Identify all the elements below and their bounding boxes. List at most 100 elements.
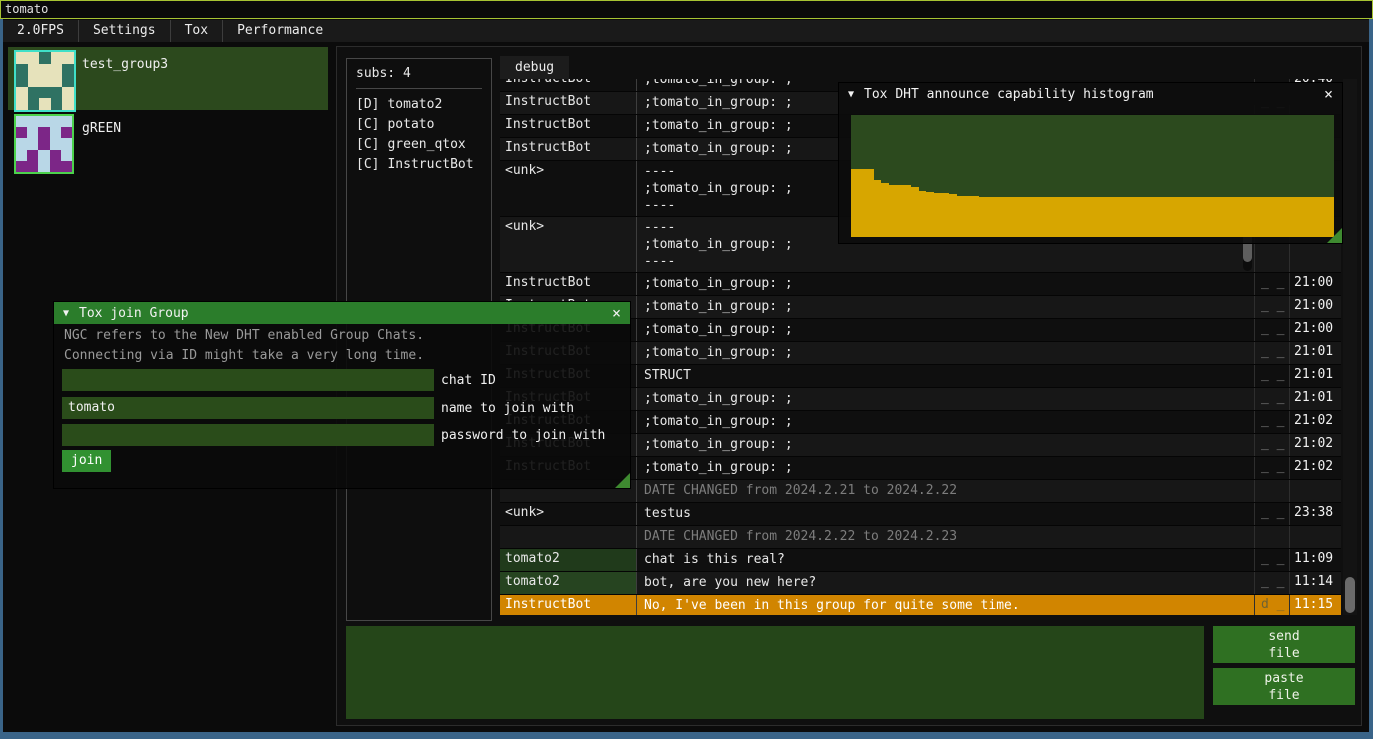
timestamp: [1290, 480, 1339, 502]
histogram-bar: [987, 197, 995, 237]
histogram-bar: [1145, 197, 1153, 237]
app-window: 2.0FPS Settings Tox Performance test_gro…: [0, 19, 1373, 739]
message-text: ;tomato_in_group: ;: [637, 273, 1255, 295]
paste-file-button[interactable]: paste file: [1213, 668, 1355, 705]
histogram-bar: [957, 196, 965, 237]
message-text: ;tomato_in_group: ;: [637, 434, 1255, 456]
histogram-bar: [1032, 197, 1040, 237]
delivery-flags: _ _: [1255, 342, 1290, 364]
collapse-arrow-icon[interactable]: ▼: [63, 308, 69, 319]
histogram-bar: [1153, 197, 1161, 237]
histogram-bar: [1274, 197, 1282, 237]
histogram-bar: [1198, 197, 1206, 237]
join-button[interactable]: join: [62, 450, 111, 472]
histogram-bar: [866, 169, 874, 237]
delivery-flags: _ _: [1255, 296, 1290, 318]
join-group-titlebar[interactable]: ▼ Tox join Group ×: [54, 302, 630, 324]
peer-item[interactable]: [C]InstructBot: [356, 155, 482, 175]
delivery-flags: _ _: [1255, 319, 1290, 341]
histogram-bar: [1319, 197, 1327, 237]
resize-grip[interactable]: [1327, 228, 1342, 243]
sender-name: tomato2: [500, 572, 637, 594]
histogram-bar: [1183, 197, 1191, 237]
fps-indicator: 2.0FPS: [3, 20, 78, 42]
window-title: tomato: [5, 2, 48, 16]
histogram-bar: [874, 180, 882, 237]
peer-name: potato: [387, 117, 434, 132]
join-info-line: Connecting via ID might take a very long…: [64, 348, 424, 363]
resize-grip[interactable]: [615, 473, 630, 488]
chat-message-row[interactable]: tomato2chat is this real?_ _11:09: [500, 549, 1341, 572]
menubar: 2.0FPS Settings Tox Performance: [3, 20, 1369, 42]
sidebar-item-green[interactable]: gREEN: [8, 113, 328, 173]
group-avatar: [14, 50, 76, 112]
histogram-bar: [859, 169, 867, 237]
peer-item[interactable]: [C]potato: [356, 115, 482, 135]
message-text: ;tomato_in_group: ;: [637, 457, 1255, 479]
sender-name: InstructBot: [500, 138, 637, 160]
histogram-bar: [1093, 197, 1101, 237]
histogram-bar: [1017, 197, 1025, 237]
histogram-bar: [926, 192, 934, 237]
histogram-bar: [934, 193, 942, 237]
histogram-bar: [949, 194, 957, 237]
chat-id-field[interactable]: [62, 369, 434, 391]
join-name-field[interactable]: tomato: [62, 397, 434, 419]
peer-item[interactable]: [C]green_qtox: [356, 135, 482, 155]
date-change-row[interactable]: DATE CHANGED from 2024.2.22 to 2024.2.23: [500, 526, 1341, 549]
histogram-bar: [1206, 197, 1214, 237]
screen: tomato 2.0FPS Settings Tox Performance t…: [0, 0, 1373, 739]
close-icon[interactable]: ×: [1315, 85, 1342, 103]
dht-histogram-titlebar[interactable]: ▼ Tox DHT announce capability histogram …: [839, 83, 1342, 105]
menu-item-tox[interactable]: Tox: [171, 20, 222, 42]
sender-name: InstructBot: [500, 595, 637, 615]
window-titlebar[interactable]: tomato: [0, 0, 1373, 19]
histogram-bar: [972, 196, 980, 237]
message-text: chat is this real?: [637, 549, 1255, 571]
chat-message-row[interactable]: <unk>testus_ _23:38: [500, 503, 1341, 526]
histogram-bar: [1009, 197, 1017, 237]
chat-message-row[interactable]: InstructBotNo, I've been in this group f…: [500, 595, 1341, 615]
histogram-bar: [1130, 197, 1138, 237]
timestamp: 21:00: [1290, 273, 1339, 295]
message-text: ;tomato_in_group: ;: [637, 342, 1255, 364]
histogram-bar: [1108, 197, 1116, 237]
message-text: ;tomato_in_group: ;: [637, 319, 1255, 341]
timestamp: 11:09: [1290, 549, 1339, 571]
menu-item-performance[interactable]: Performance: [223, 20, 337, 42]
sender-name: tomato2: [500, 549, 637, 571]
chat-message-row[interactable]: tomato2bot, are you new here?_ _11:14: [500, 572, 1341, 595]
timestamp: 21:01: [1290, 365, 1339, 387]
chat-scrollbar[interactable]: [1343, 79, 1357, 615]
delivery-flags: _ _: [1255, 388, 1290, 410]
delivery-flags: _ _: [1255, 572, 1290, 594]
histogram-bar: [1077, 197, 1085, 237]
histogram-bar: [1266, 197, 1274, 237]
histogram-bar: [1228, 197, 1236, 237]
sender-name: InstructBot: [500, 115, 637, 137]
delivery-flags: [1255, 526, 1290, 548]
peer-item[interactable]: [D]tomato2: [356, 95, 482, 115]
sidebar-item-test-group3[interactable]: test_group3: [8, 47, 328, 110]
histogram-bar: [1259, 197, 1267, 237]
tab-debug[interactable]: debug: [500, 56, 569, 79]
timestamp: 21:02: [1290, 434, 1339, 456]
histogram-bar: [1236, 197, 1244, 237]
collapse-arrow-icon[interactable]: ▼: [848, 89, 854, 100]
message-text: STRUCT: [637, 365, 1255, 387]
close-icon[interactable]: ×: [603, 304, 630, 322]
send-file-button[interactable]: send file: [1213, 626, 1355, 663]
join-group-window: ▼ Tox join Group × NGC refers to the New…: [53, 301, 631, 489]
join-password-field[interactable]: [62, 424, 434, 446]
sender-name: <unk>: [500, 161, 637, 216]
group-name-label: gREEN: [82, 121, 121, 136]
menu-item-settings[interactable]: Settings: [79, 20, 170, 42]
message-text: No, I've been in this group for quite so…: [637, 595, 1255, 615]
histogram-bar: [1070, 197, 1078, 237]
chat-message-row[interactable]: InstructBot;tomato_in_group: ;_ _21:00: [500, 273, 1341, 296]
chat-scrollbar-thumb[interactable]: [1345, 577, 1355, 613]
histogram-bar: [1221, 197, 1229, 237]
histogram-bar: [1304, 197, 1312, 237]
message-input[interactable]: [346, 626, 1204, 719]
chat-id-label: chat ID: [441, 373, 496, 388]
